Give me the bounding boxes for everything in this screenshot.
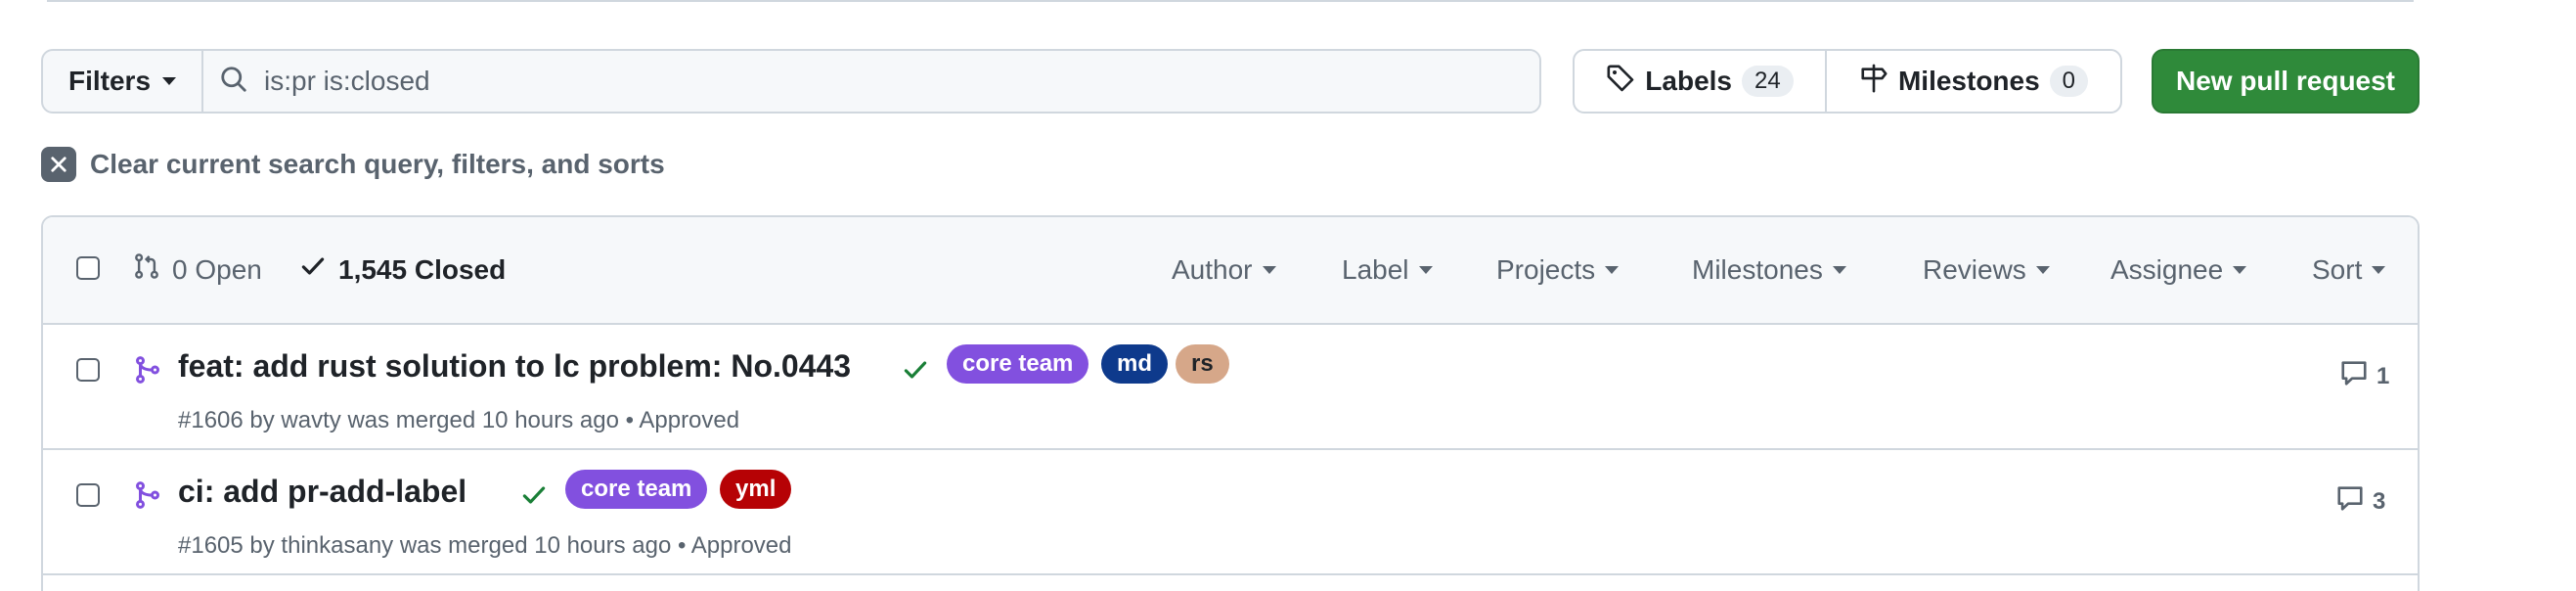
label-filter-label: Label (1342, 254, 1409, 285)
comments-link[interactable]: 3 (2335, 483, 2385, 520)
label-md[interactable]: md (1101, 344, 1168, 384)
labels-milestones-group: Labels 24 Milestones 0 (1573, 49, 2122, 114)
projects-filter-label: Projects (1496, 254, 1596, 285)
milestones-filter-label: Milestones (1692, 254, 1823, 285)
closed-count-label: 1,545 Closed (338, 253, 507, 285)
row-checkbox[interactable] (76, 483, 100, 507)
chevron-down-icon (1262, 266, 1276, 274)
check-icon[interactable] (902, 356, 929, 388)
label-core-team[interactable]: core team (947, 344, 1089, 384)
reviews-filter-label: Reviews (1923, 254, 2026, 285)
list-header: 0 Open 1,545 Closed Author Label Project… (43, 217, 2418, 325)
chevron-down-icon (162, 77, 177, 85)
milestones-label: Milestones (1897, 66, 2040, 96)
assignee-filter[interactable]: Assignee (2110, 254, 2247, 286)
open-count-label: 0 Open (172, 253, 262, 285)
closed-state-tab[interactable]: 1,545 Closed (299, 252, 506, 287)
author-filter-label: Author (1172, 254, 1253, 285)
reviews-filter[interactable]: Reviews (1923, 254, 2050, 286)
pr-meta-text: #1605 by thinkasany was merged 10 hours … (178, 532, 672, 559)
chevron-down-icon (1418, 266, 1433, 274)
check-icon[interactable] (520, 481, 548, 514)
list-item: ci: add pr-add-label core team yml #1605… (43, 450, 2418, 575)
open-state-tab[interactable]: 0 Open (133, 252, 262, 287)
pr-meta: #1606 by wavty was merged 10 hours ago •… (178, 407, 739, 434)
git-merge-icon (133, 354, 162, 390)
top-divider (47, 0, 2414, 2)
comment-icon (2335, 483, 2365, 520)
review-status[interactable]: Approved (639, 407, 739, 433)
milestone-icon (1859, 64, 1888, 100)
pull-request-list: 0 Open 1,545 Closed Author Label Project… (41, 215, 2420, 591)
chevron-down-icon (1605, 266, 1620, 274)
chevron-down-icon (2372, 266, 2386, 274)
milestones-count: 0 (2049, 66, 2089, 97)
labels-button[interactable]: Labels 24 (1575, 51, 1827, 112)
pr-meta-text: #1606 by wavty was merged 10 hours ago (178, 407, 619, 433)
git-merge-icon (133, 479, 162, 516)
clear-search-label: Clear current search query, filters, and… (90, 149, 665, 179)
search-icon (219, 65, 248, 99)
filters-label: Filters (67, 66, 152, 96)
comments-link[interactable]: 1 (2339, 358, 2389, 394)
projects-filter[interactable]: Projects (1496, 254, 1620, 286)
comment-icon (2339, 358, 2369, 394)
comment-count: 3 (2373, 487, 2386, 515)
meta-separator: • (678, 532, 691, 559)
chevron-down-icon (1832, 266, 1846, 274)
sort-filter[interactable]: Sort (2312, 254, 2386, 286)
filters-dropdown-button[interactable]: Filters (43, 51, 203, 112)
tag-icon (1606, 64, 1635, 100)
git-pull-request-icon (133, 252, 160, 287)
label-filter[interactable]: Label (1342, 254, 1433, 286)
labels-count: 24 (1742, 66, 1794, 97)
search-area (203, 51, 1539, 112)
author-filter[interactable]: Author (1172, 254, 1276, 286)
review-status[interactable]: Approved (691, 532, 792, 559)
sort-filter-label: Sort (2312, 254, 2363, 285)
milestones-button[interactable]: Milestones 0 (1827, 51, 2120, 112)
new-pull-request-button[interactable]: New pull request (2152, 49, 2420, 114)
meta-separator: • (625, 407, 640, 433)
list-item: feat: add rust solution to lc problem: N… (43, 325, 2418, 450)
check-icon (299, 252, 327, 287)
pr-title[interactable]: feat: add rust solution to lc problem: N… (178, 348, 851, 385)
select-all-checkbox[interactable] (76, 256, 100, 280)
chevron-down-icon (2035, 266, 2050, 274)
pr-title[interactable]: ci: add pr-add-label (178, 474, 466, 510)
close-icon (41, 147, 76, 182)
chevron-down-icon (2233, 266, 2247, 274)
row-checkbox[interactable] (76, 358, 100, 382)
comment-count: 1 (2376, 362, 2390, 389)
search-input[interactable] (264, 66, 1438, 97)
label-rs[interactable]: rs (1176, 344, 1229, 384)
assignee-filter-label: Assignee (2110, 254, 2224, 285)
label-yml[interactable]: yml (720, 470, 792, 509)
labels-label: Labels (1645, 66, 1732, 96)
pr-meta: #1605 by thinkasany was merged 10 hours … (178, 532, 792, 560)
filter-bar: Filters (41, 49, 1541, 114)
milestones-filter[interactable]: Milestones (1692, 254, 1846, 286)
clear-search-link[interactable]: Clear current search query, filters, and… (41, 145, 665, 184)
label-core-team[interactable]: core team (565, 470, 708, 509)
pull-requests-page: Filters Labels 24 Milestones 0 New pull … (0, 0, 2576, 591)
